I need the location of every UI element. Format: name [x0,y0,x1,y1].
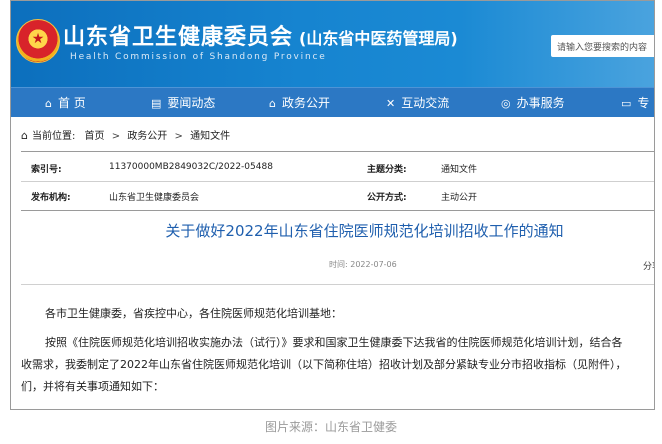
nav-item-home[interactable]: ⌂ 首 页 [45,88,86,118]
site-title[interactable]: 山东省卫生健康委员会 (山东省中医药管理局) [63,19,458,51]
breadcrumb-notice[interactable]: 通知文件 [190,131,230,142]
nav-item-service[interactable]: ◎ 办事服务 [501,88,565,118]
site-title-sub: (山东省中医药管理局) [299,29,458,48]
issuer-value: 山东省卫生健康委员会 [109,193,200,203]
document-meta-table: 索引号: 11370000MB2849032C/2022-05488 主题分类:… [21,151,654,211]
index-label: 索引号: [31,165,62,175]
browser-page: ★ 山东省卫生健康委员会 (山东省中医药管理局) Health Commissio… [10,0,655,410]
national-emblem-icon: ★ [16,19,60,63]
breadcrumb-home[interactable]: 首页 [85,131,105,142]
mode-value: 主动公开 [441,193,478,203]
search-input[interactable]: 请输入您要搜索的内容 [551,35,654,57]
mode-label: 公开方式: [367,193,407,203]
service-icon: ◎ [501,97,511,110]
site-header: ★ 山东省卫生健康委员会 (山东省中医药管理局) Health Commissio… [11,1,654,87]
article-paragraph: 收需求，我委制定了2022年山东省住院医师规范化培训（以下简称住培）招收计划及部… [21,358,627,371]
nav-item-news[interactable]: ▤ 要闻动态 [151,88,215,118]
article-paragraph: 们，并将有关事项通知如下： [21,380,164,393]
meta-row-divider [21,181,654,182]
main-nav: ⌂ 首 页 ▤ 要闻动态 ⌂ 政务公开 ✕ 互动交流 ◎ 办事服务 ▭ 专 [11,87,654,117]
issuer-label: 发布机构: [31,193,71,203]
share-button[interactable]: 分享 [643,259,654,272]
interaction-icon: ✕ [386,97,396,110]
home-icon: ⌂ [21,129,28,142]
nav-item-topic[interactable]: ▭ 专 [621,88,649,118]
article-paragraph: 按照《住院医师规范化培训招收实施办法（试行）》要求和国家卫生健康委下达我省的住院… [45,336,623,349]
nav-item-affairs[interactable]: ⌂ 政务公开 [269,88,330,118]
index-value: 11370000MB2849032C/2022-05488 [109,162,273,172]
topic-value: 通知文件 [441,165,478,175]
news-icon: ▤ [151,97,162,110]
site-title-main: 山东省卫生健康委员会 [63,25,294,50]
topic-icon: ▭ [621,97,632,110]
affairs-icon: ⌂ [269,97,276,110]
topic-label: 主题分类: [367,165,407,175]
breadcrumb-label: 当前位置: [31,131,76,142]
nav-item-interaction[interactable]: ✕ 互动交流 [386,88,449,118]
site-title-english: Health Commission of Shandong Province [70,52,327,62]
article-title: 关于做好2022年山东省住院医师规范化培训招收工作的通知 [165,222,564,240]
article-paragraph: 各市卫生健康委，省疾控中心，各住院医师规范化培训基地： [45,307,342,320]
article-time: 时间: 2022-07-06 [329,260,397,269]
home-icon: ⌂ [45,97,52,110]
article-divider [21,284,654,285]
image-caption: 图片来源：山东省卫健委 [264,420,397,434]
breadcrumb: ⌂ 当前位置: 首页 > 政务公开 > 通知文件 [21,129,231,142]
breadcrumb-affairs[interactable]: 政务公开 [127,131,167,142]
